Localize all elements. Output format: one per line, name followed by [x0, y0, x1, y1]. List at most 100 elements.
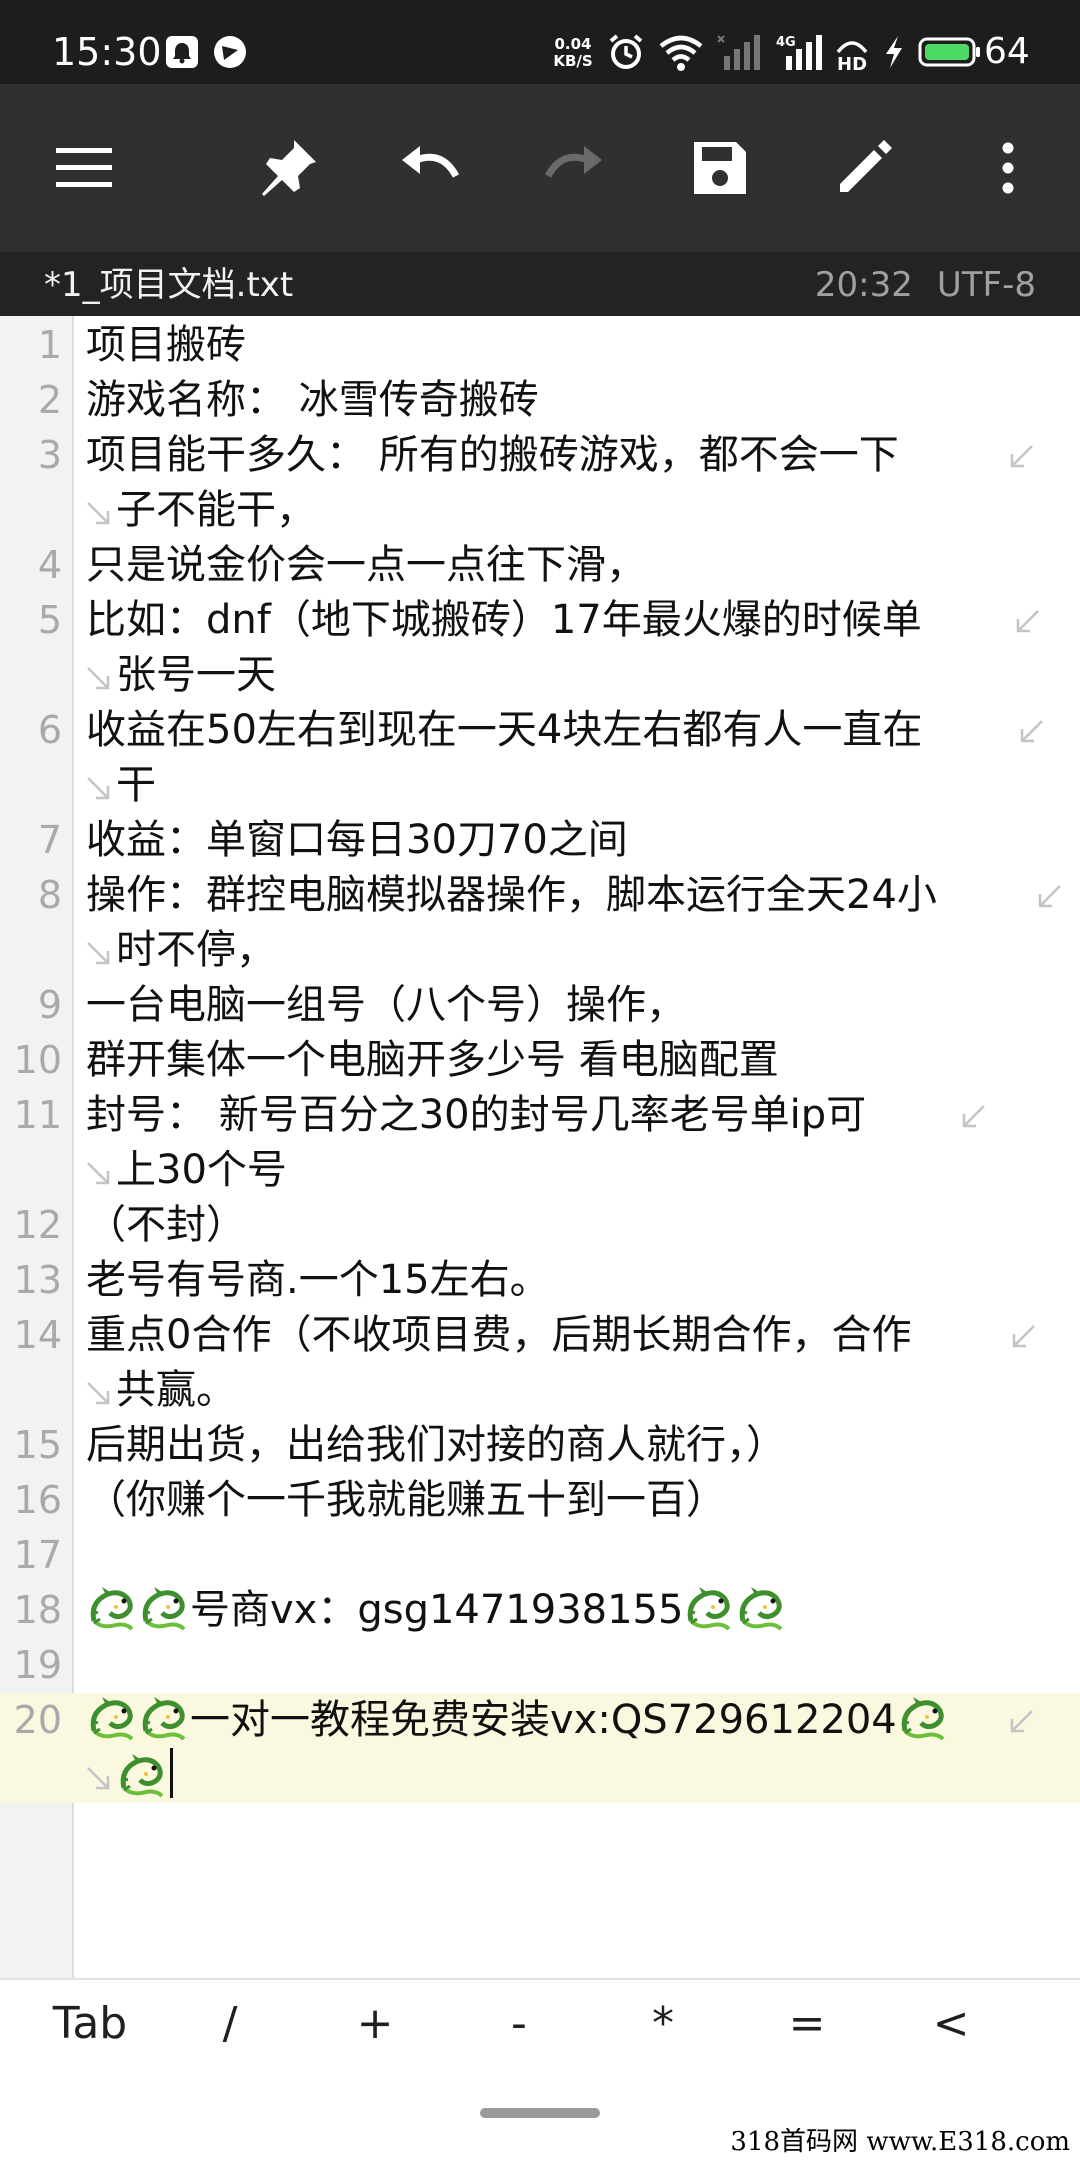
- symbol-key-less-than[interactable]: <: [911, 1994, 991, 2054]
- line-text[interactable]: 游戏名称： 冰雪传奇搬砖: [86, 373, 539, 428]
- line-number: 1: [37, 323, 62, 367]
- signal-icon: [716, 32, 762, 72]
- wrap-arrow-icon: [1006, 442, 1036, 472]
- line-number: 9: [37, 983, 62, 1027]
- wrap-arrow-icon: [1012, 607, 1042, 637]
- dragon-emoji-icon: [86, 1583, 138, 1633]
- charging-icon: [880, 32, 908, 72]
- wrap-arrow-icon: [1006, 1707, 1036, 1737]
- editor-line-20-wrapped: [0, 1748, 1080, 1803]
- editor-line-6: 6 收益在50左右到现在一天4块左右都有人一直在: [0, 703, 1080, 758]
- line-text-wrapped[interactable]: 共赢。: [116, 1363, 236, 1418]
- dragon-emoji-icon: [116, 1750, 168, 1800]
- line-text[interactable]: （你赚个一千我就能赚五十到一百）: [86, 1473, 726, 1528]
- watermark: 318首码网 www.E318.com: [726, 2126, 1074, 2158]
- wrap-arrow-icon: [84, 1157, 114, 1187]
- wrap-arrow-icon: [84, 772, 114, 802]
- line-text[interactable]: 比如：dnf（地下城搬砖）17年最火爆的时候单: [86, 593, 922, 648]
- line-text-wrapped[interactable]: 上30个号: [116, 1143, 287, 1198]
- line-text[interactable]: 封号： 新号百分之30的封号几率老号单ip可: [86, 1088, 866, 1143]
- more-icon[interactable]: [974, 134, 1042, 202]
- text-editor[interactable]: 1 项目搬砖 2 游戏名称： 冰雪传奇搬砖 3 项目能干多久： 所有的搬砖游戏，都不会一下…: [0, 316, 1080, 1978]
- network-speed: 0.04 KB/S: [553, 35, 593, 70]
- svg-text:HD: HD: [837, 54, 867, 72]
- wrap-arrow-icon: [84, 1762, 114, 1792]
- line-text-wrapped[interactable]: 张号一天: [116, 648, 276, 703]
- line-text[interactable]: 只是说金价会一点一点往下滑，: [86, 538, 646, 593]
- line-text[interactable]: 收益在50左右到现在一天4块左右都有人一直在: [86, 703, 922, 758]
- editor-line-14-wrapped: 共赢。: [0, 1363, 1080, 1418]
- wrap-arrow-icon: [1016, 717, 1046, 747]
- line-text-wrapped[interactable]: 子不能干，: [116, 483, 316, 538]
- line-text-wrapped[interactable]: [116, 1748, 173, 1805]
- line-number: 10: [13, 1038, 62, 1082]
- file-meta: 20:32 UTF-8: [791, 264, 1036, 306]
- line-text[interactable]: 项目能干多久： 所有的搬砖游戏，都不会一下: [86, 428, 899, 483]
- navigation-gesture-bar[interactable]: [480, 2108, 600, 2118]
- editor-line-11: 11 封号： 新号百分之30的封号几率老号单ip可: [0, 1088, 1080, 1143]
- editor-line-4: 4 只是说金价会一点一点往下滑，: [0, 538, 1080, 593]
- line-number: 4: [37, 543, 62, 587]
- battery-icon: [918, 32, 982, 72]
- line-number: 15: [13, 1423, 62, 1467]
- line-number: 5: [37, 598, 62, 642]
- wrap-arrow-icon: [958, 1102, 988, 1132]
- symbol-key-slash[interactable]: /: [190, 1994, 270, 2054]
- symbol-key-minus[interactable]: -: [479, 1994, 559, 2054]
- editor-line-3: 3 项目能干多久： 所有的搬砖游戏，都不会一下: [0, 428, 1080, 483]
- editor-line-6-wrapped: 干: [0, 758, 1080, 813]
- menu-icon[interactable]: [50, 134, 118, 202]
- line-text[interactable]: 群开集体一个电脑开多少号 看电脑配置: [86, 1033, 779, 1088]
- line-text[interactable]: 老号有号商.一个15左右。: [86, 1253, 550, 1308]
- save-icon[interactable]: [686, 134, 754, 202]
- pin-icon[interactable]: [254, 134, 322, 202]
- svg-text:4G: 4G: [776, 35, 796, 50]
- symbol-key-plus[interactable]: +: [335, 1994, 415, 2054]
- editor-line-14: 14 重点0合作（不收项目费，后期长期合作，合作: [0, 1308, 1080, 1363]
- editor-line-1: 1 项目搬砖: [0, 318, 1080, 373]
- line-text[interactable]: 收益：单窗口每日30刀70之间: [86, 813, 628, 868]
- file-encoding[interactable]: UTF-8: [937, 265, 1036, 305]
- redo-icon[interactable]: [540, 134, 608, 202]
- undo-icon[interactable]: [396, 134, 464, 202]
- line-text[interactable]: 一对一教程免费安装vx:QS729612204: [86, 1693, 949, 1748]
- file-time: 20:32: [814, 265, 913, 305]
- line-text[interactable]: 号商vx：gsg1471938155: [86, 1583, 787, 1638]
- line-text[interactable]: 后期出货，出给我们对接的商人就行，）: [86, 1418, 786, 1473]
- editor-line-15: 15 后期出货，出给我们对接的商人就行，）: [0, 1418, 1080, 1473]
- hd-icon: HD: [832, 32, 872, 72]
- editor-line-8: 8 操作：群控电脑模拟器操作，脚本运行全天24小: [0, 868, 1080, 923]
- line-text-wrapped[interactable]: 时不停，: [116, 923, 276, 978]
- editor-line-9: 9 一台电脑一组号（八个号）操作，: [0, 978, 1080, 1033]
- editor-toolbar: [0, 84, 1080, 252]
- wrap-arrow-icon: [84, 662, 114, 692]
- dragon-emoji-icon: [683, 1583, 735, 1633]
- line-number: 14: [13, 1313, 62, 1357]
- editor-line-8-wrapped: 时不停，: [0, 923, 1080, 978]
- editor-line-20: 20 一对一教程免费安装vx:QS729612204: [0, 1693, 1080, 1748]
- line-number: 19: [13, 1643, 62, 1687]
- line-text[interactable]: 项目搬砖: [86, 318, 246, 373]
- wrap-arrow-icon: [84, 497, 114, 527]
- battery-level: 64: [984, 31, 1030, 72]
- editor-line-5: 5 比如：dnf（地下城搬砖）17年最火爆的时候单: [0, 593, 1080, 648]
- line-text[interactable]: 操作：群控电脑模拟器操作，脚本运行全天24小: [86, 868, 937, 923]
- line-text-wrapped[interactable]: 干: [116, 758, 156, 813]
- line-number: 18: [13, 1588, 62, 1632]
- editor-line-16: 16 （你赚个一千我就能赚五十到一百）: [0, 1473, 1080, 1528]
- line-text[interactable]: （不封）: [86, 1198, 246, 1253]
- dragon-emoji-icon: [86, 1693, 138, 1743]
- symbol-key-tab[interactable]: Tab: [30, 1994, 150, 2054]
- editor-line-7: 7 收益：单窗口每日30刀70之间: [0, 813, 1080, 868]
- editor-line-19: 19: [0, 1638, 1080, 1693]
- dragon-emoji-icon: [138, 1583, 190, 1633]
- symbol-key-asterisk[interactable]: *: [623, 1994, 703, 2054]
- symbol-key-equals[interactable]: =: [767, 1994, 847, 2054]
- edit-icon[interactable]: [830, 134, 898, 202]
- line-text[interactable]: 重点0合作（不收项目费，后期长期合作，合作: [86, 1308, 911, 1363]
- editor-line-2: 2 游戏名称： 冰雪传奇搬砖: [0, 373, 1080, 428]
- line-number: 11: [13, 1093, 62, 1137]
- line-text[interactable]: 一台电脑一组号（八个号）操作，: [86, 978, 686, 1033]
- file-name[interactable]: *1_项目文档.txt: [44, 264, 293, 306]
- line-number: 17: [13, 1533, 62, 1577]
